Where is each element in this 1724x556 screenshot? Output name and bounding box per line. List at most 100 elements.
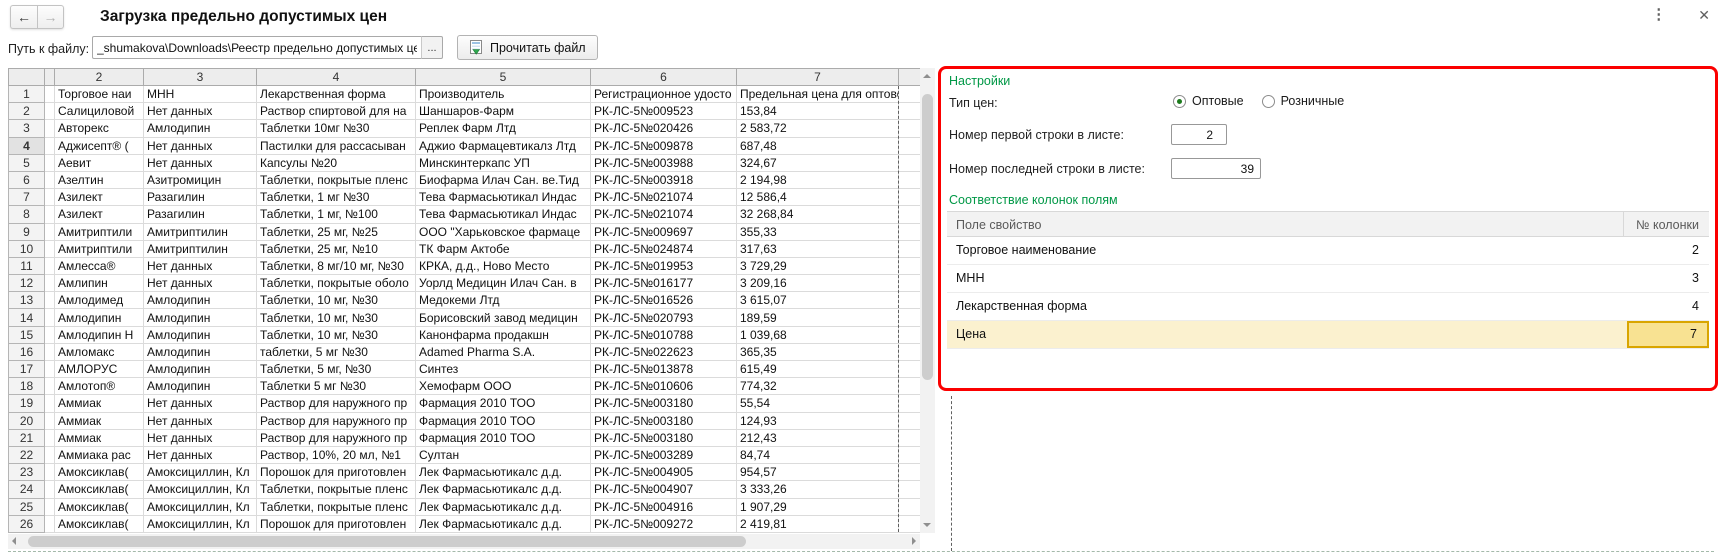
grid-cell[interactable]: РК-ЛС-5№022623	[591, 343, 737, 360]
grid-cell[interactable]: Раствор для наружного пр	[257, 429, 416, 446]
grid-cell[interactable]: Раствор, 10%, 20 мл, №1	[257, 446, 416, 463]
grid-cell[interactable]: Лек Фармасьютикалс д.д.	[416, 498, 591, 515]
grid-row-number[interactable]: 5	[9, 154, 45, 171]
grid-cell[interactable]	[45, 515, 55, 532]
grid-cell[interactable]: РК-ЛС-5№003289	[591, 446, 737, 463]
grid-cell[interactable]: 317,63	[737, 240, 899, 257]
grid-column-header[interactable]	[45, 69, 55, 86]
grid-cell[interactable]: Уорлд Медицин Илач Сан. в	[416, 275, 591, 292]
grid-cell[interactable]: Аджио Фармацевтикалз Лтд	[416, 137, 591, 154]
scroll-left-icon[interactable]	[12, 537, 16, 545]
grid-cell[interactable]: Таблетки 10мг №30	[257, 120, 416, 137]
grid-cell[interactable]	[899, 446, 921, 463]
grid-cell[interactable]: Лек Фармасьютикалс д.д.	[416, 515, 591, 532]
grid-cell[interactable]: Таблетки, покрытые оболо	[257, 275, 416, 292]
grid-column-header[interactable]: 3	[144, 69, 257, 86]
grid-cell[interactable]: 2 583,72	[737, 120, 899, 137]
grid-cell[interactable]: РК-ЛС-5№003988	[591, 154, 737, 171]
grid-cell[interactable]: Амлодипин	[144, 309, 257, 326]
grid-cell[interactable]: 12 586,4	[737, 189, 899, 206]
grid-cell[interactable]	[899, 257, 921, 274]
grid-cell[interactable]: 32 268,84	[737, 206, 899, 223]
grid-cell[interactable]: РК-ЛС-5№004905	[591, 464, 737, 481]
grid-cell[interactable]: ООО "Харьковское фармаце	[416, 223, 591, 240]
grid-row-number[interactable]: 7	[9, 189, 45, 206]
grid-cell[interactable]: 189,59	[737, 309, 899, 326]
grid-cell[interactable]: МНН	[144, 86, 257, 103]
grid-cell[interactable]: Азелтин	[55, 171, 144, 188]
grid-cell[interactable]: РК-ЛС-5№004916	[591, 498, 737, 515]
grid-cell[interactable]: Фармация 2010 ТОО	[416, 395, 591, 412]
last-row-input[interactable]	[1171, 158, 1261, 179]
grid-cell[interactable]	[899, 240, 921, 257]
grid-cell[interactable]	[45, 223, 55, 240]
grid-row-number[interactable]: 6	[9, 171, 45, 188]
read-file-button[interactable]: Прочитать файл	[457, 35, 598, 60]
grid-cell[interactable]: Нет данных	[144, 103, 257, 120]
grid-cell[interactable]: Регистрационное удосто	[591, 86, 737, 103]
grid-cell[interactable]: Амлодипин	[144, 292, 257, 309]
grid-cell[interactable]: Предельная цена для оптовой р	[737, 86, 899, 103]
scroll-up-icon[interactable]	[923, 74, 931, 78]
grid-cell[interactable]	[899, 292, 921, 309]
grid-row-number[interactable]: 8	[9, 206, 45, 223]
grid-cell[interactable]: Аммиак	[55, 429, 144, 446]
grid-cell[interactable]	[899, 481, 921, 498]
grid-cell[interactable]: РК-ЛС-5№009523	[591, 103, 737, 120]
grid-cell[interactable]: Амоксициллин, Кл	[144, 515, 257, 532]
grid-cell[interactable]: Таблетки, 1 мг №30	[257, 189, 416, 206]
grid-cell[interactable]: Таблетки, 25 мг, №25	[257, 223, 416, 240]
grid-row-number[interactable]: 4	[9, 137, 45, 154]
grid-cell[interactable]: Амитриптили	[55, 223, 144, 240]
grid-cell[interactable]	[45, 481, 55, 498]
grid-cell[interactable]: 365,35	[737, 343, 899, 360]
grid-column-header[interactable]: 5	[416, 69, 591, 86]
grid-row-number[interactable]: 17	[9, 361, 45, 378]
grid-cell[interactable]	[899, 378, 921, 395]
grid-cell[interactable]: Раствор для наружного пр	[257, 412, 416, 429]
grid-cell[interactable]: 355,33	[737, 223, 899, 240]
grid-cell[interactable]: Капсулы №20	[257, 154, 416, 171]
grid-cell[interactable]	[45, 395, 55, 412]
radio-retail[interactable]: Розничные	[1262, 94, 1345, 108]
grid-cell[interactable]: Аджисепт® (	[55, 137, 144, 154]
grid-cell[interactable]: РК-ЛС-5№009272	[591, 515, 737, 532]
spreadsheet[interactable]: 2345671Торговое наиМННЛекарственная форм…	[8, 68, 921, 533]
grid-cell[interactable]: РК-ЛС-5№024874	[591, 240, 737, 257]
grid-cell[interactable]	[45, 429, 55, 446]
grid-cell[interactable]: Азилект	[55, 189, 144, 206]
grid-cell[interactable]	[899, 120, 921, 137]
grid-cell[interactable]	[899, 412, 921, 429]
grid-cell[interactable]	[45, 137, 55, 154]
grid-cell[interactable]	[899, 86, 921, 103]
grid-cell[interactable]: Фармация 2010 ТОО	[416, 412, 591, 429]
grid-cell[interactable]: Нет данных	[144, 412, 257, 429]
grid-row-number[interactable]: 10	[9, 240, 45, 257]
mapping-row[interactable]: Цена7	[947, 321, 1709, 349]
browse-button[interactable]: ...	[421, 36, 443, 59]
grid-cell[interactable]: Амлотоп®	[55, 378, 144, 395]
grid-cell[interactable]: РК-ЛС-5№021074	[591, 206, 737, 223]
grid-cell[interactable]: Нет данных	[144, 154, 257, 171]
grid-cell[interactable]: Биофарма Илач Сан. ве.Тид	[416, 171, 591, 188]
grid-cell[interactable]: Амоксициллин, Кл	[144, 498, 257, 515]
mapping-row[interactable]: Торговое наименование2	[947, 237, 1709, 265]
grid-cell[interactable]: 153,84	[737, 103, 899, 120]
grid-cell[interactable]: Таблетки, 5 мг, №30	[257, 361, 416, 378]
grid-cell[interactable]: 774,32	[737, 378, 899, 395]
grid-cell[interactable]: 2 194,98	[737, 171, 899, 188]
grid-cell[interactable]: Борисовский завод медицин	[416, 309, 591, 326]
grid-cell[interactable]: Амлесса®	[55, 257, 144, 274]
grid-cell[interactable]: Разагилин	[144, 189, 257, 206]
horizontal-scrollbar-thumb[interactable]	[28, 536, 746, 547]
grid-cell[interactable]: 3 729,29	[737, 257, 899, 274]
grid-cell[interactable]	[45, 464, 55, 481]
grid-cell[interactable]	[899, 429, 921, 446]
grid-row-number[interactable]: 26	[9, 515, 45, 532]
grid-cell[interactable]: Производитель	[416, 86, 591, 103]
grid-cell[interactable]: Нет данных	[144, 257, 257, 274]
grid-cell[interactable]: РК-ЛС-5№016526	[591, 292, 737, 309]
grid-cell[interactable]	[45, 378, 55, 395]
grid-cell[interactable]: Таблетки, 1 мг, №100	[257, 206, 416, 223]
grid-column-header[interactable]: 2	[55, 69, 144, 86]
